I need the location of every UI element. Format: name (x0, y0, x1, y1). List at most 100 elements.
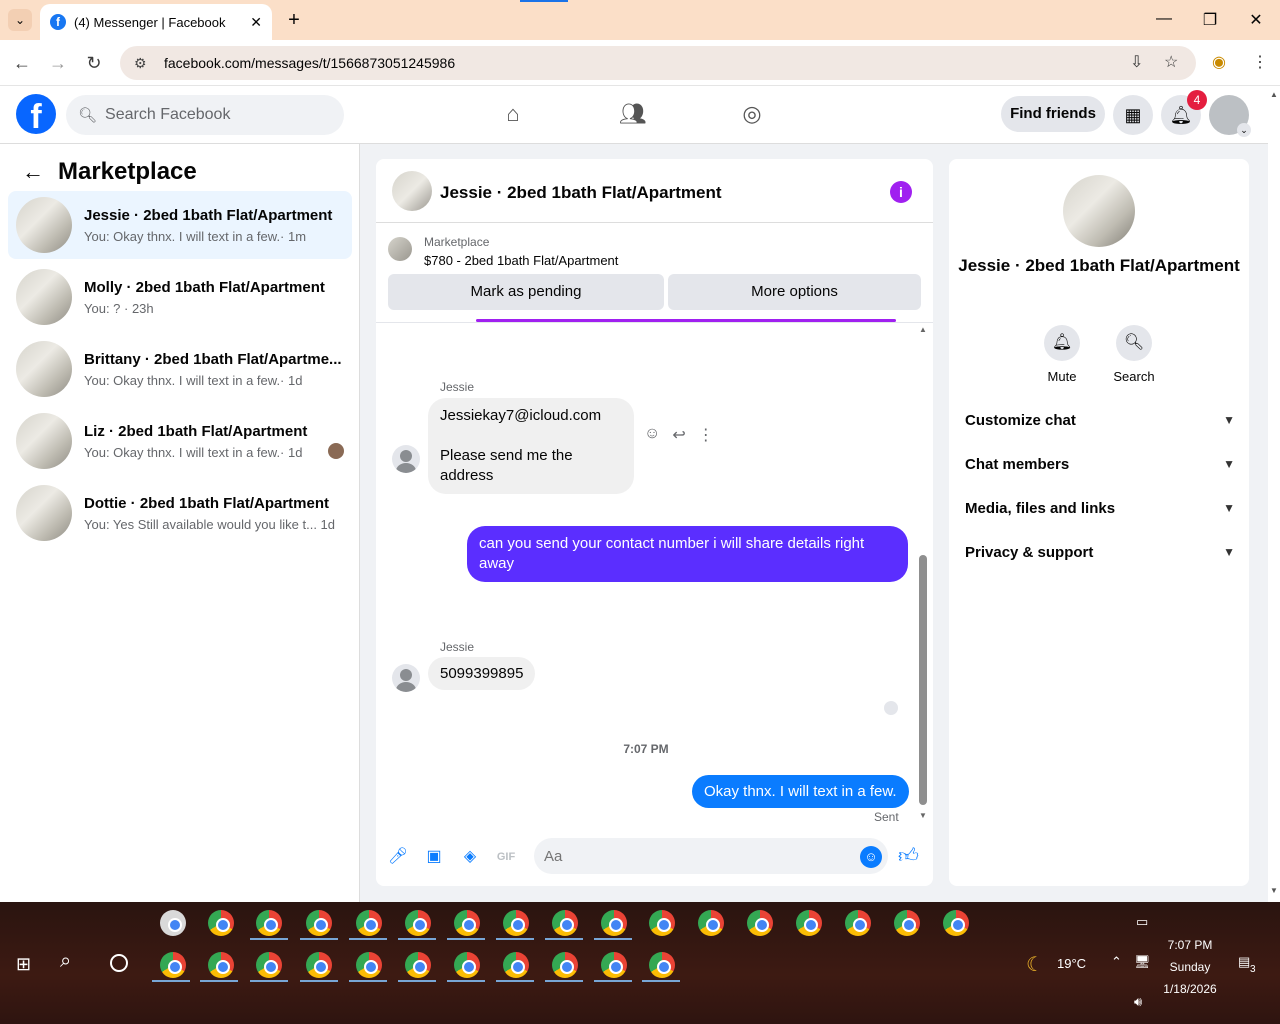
conversation-item[interactable]: Liz · 2bed 1bath Flat/Apartment You: Oka… (8, 407, 352, 475)
scroll-up-icon[interactable]: ▲ (1270, 90, 1278, 99)
chrome-profile-icon[interactable] (796, 910, 822, 936)
new-tab-button[interactable]: + (282, 8, 306, 32)
chrome-profile-icon[interactable] (649, 910, 675, 936)
like-icon[interactable]: 👍︎ (898, 844, 919, 868)
incoming-message[interactable]: Jessiekay7@icloud.com Please send me the… (428, 398, 634, 494)
outgoing-message[interactable]: Okay thnx. I will text in a few. (692, 775, 909, 808)
search-conversation-button[interactable]: 🔍︎ Search (1104, 325, 1164, 384)
info-icon[interactable]: i (890, 181, 912, 203)
restore-button[interactable]: ❐ (1198, 10, 1222, 30)
taskbar-clock[interactable]: 7:07 PM Sunday 1/18/2026 (1150, 934, 1230, 1000)
forward-button[interactable]: → (46, 51, 70, 75)
message-input[interactable] (534, 838, 888, 874)
chrome-profile-icon[interactable] (503, 952, 529, 978)
outgoing-message[interactable]: can you send your contact number i will … (467, 526, 908, 582)
back-button[interactable]: ← (10, 51, 34, 75)
weather-temperature[interactable]: 19°C (1057, 956, 1086, 971)
chrome-profile-icon[interactable] (552, 952, 578, 978)
weather-moon-icon[interactable]: ☾ (1026, 952, 1044, 977)
customize-chat-section[interactable]: Customize chat ▼ (965, 402, 1235, 438)
chrome-profile-icon[interactable] (454, 952, 480, 978)
meet-now-icon[interactable]: ▭ (1136, 914, 1148, 930)
profile-icon[interactable]: ◉ (1212, 52, 1226, 72)
chrome-profile-icon[interactable] (894, 910, 920, 936)
more-icon[interactable]: ⋮ (698, 425, 714, 445)
privacy-support-section[interactable]: Privacy & support ▼ (965, 534, 1235, 570)
mute-button[interactable]: 🔔︎ Mute (1032, 325, 1092, 384)
conversation-item[interactable]: Jessie · 2bed 1bath Flat/Apartment You: … (8, 191, 352, 259)
windows-start-icon[interactable]: ⊞ (16, 954, 31, 975)
scroll-down-icon[interactable]: ▼ (919, 811, 927, 820)
close-tab-icon[interactable]: ✕ (250, 14, 262, 31)
reload-button[interactable]: ↻ (82, 51, 106, 75)
microphone-icon[interactable]: 🎤︎ (387, 846, 409, 868)
chrome-profile-icon[interactable] (405, 952, 431, 978)
incoming-message[interactable]: 5099399895 (428, 657, 536, 690)
site-info-icon[interactable]: ⚙ (134, 55, 150, 72)
chrome-profile-icon[interactable] (845, 910, 871, 936)
chat-avatar[interactable] (392, 171, 432, 211)
chrome-icon[interactable] (208, 910, 234, 936)
sender-avatar[interactable] (392, 445, 420, 473)
more-options-button[interactable]: More options (668, 274, 921, 310)
chrome-profile-icon[interactable] (256, 910, 282, 936)
facebook-logo[interactable]: f (16, 94, 56, 134)
tab-search-button[interactable]: ⌄ (8, 9, 32, 31)
chrome-profile-icon[interactable] (256, 952, 282, 978)
scroll-thumb[interactable] (919, 555, 927, 805)
volume-icon[interactable]: 🔊︎ (1134, 994, 1142, 1010)
chrome-profile-icon[interactable] (306, 910, 332, 936)
chrome-profile-icon[interactable] (601, 910, 627, 936)
photo-icon[interactable]: ▣ (423, 846, 445, 868)
chrome-profile-icon[interactable] (306, 952, 332, 978)
bookmark-star-icon[interactable]: ☆ (1164, 52, 1178, 72)
url-bar[interactable]: ⚙ facebook.com/messages/t/15668730512459… (120, 46, 1196, 80)
sticker-icon[interactable]: ◈ (459, 846, 481, 868)
home-icon[interactable]: ⌂ (499, 101, 527, 129)
chrome-profile-icon[interactable] (356, 910, 382, 936)
reply-icon[interactable]: ↩ (672, 425, 685, 445)
chat-members-section[interactable]: Chat members ▼ (965, 446, 1235, 482)
chrome-profile-icon[interactable] (503, 910, 529, 936)
close-window-button[interactable]: ✕ (1244, 10, 1268, 30)
chrome-profile-icon[interactable] (649, 952, 675, 978)
chrome-profile-icon[interactable] (601, 952, 627, 978)
conversation-item[interactable]: Dottie · 2bed 1bath Flat/Apartment You: … (8, 479, 352, 547)
conversation-item[interactable]: Molly · 2bed 1bath Flat/Apartment You: ?… (8, 263, 352, 331)
browser-tab[interactable]: f (4) Messenger | Facebook ✕ (40, 4, 272, 40)
network-icon[interactable]: 🖥︎ (1134, 954, 1151, 970)
conversation-item[interactable]: Brittany · 2bed 1bath Flat/Apartme... Yo… (8, 335, 352, 403)
action-center-icon[interactable]: ▤ (1238, 954, 1250, 970)
media-files-links-section[interactable]: Media, files and links ▼ (965, 490, 1235, 526)
chrome-profile-icon[interactable] (160, 952, 186, 978)
chrome-profile-icon[interactable] (943, 910, 969, 936)
gif-icon[interactable]: GIF (495, 846, 517, 868)
find-friends-button[interactable]: Find friends (1001, 96, 1105, 132)
friends-icon[interactable]: 👥︎ (619, 101, 647, 129)
cortana-icon[interactable] (110, 954, 128, 972)
emoji-icon[interactable]: ☺ (860, 846, 882, 868)
install-app-icon[interactable]: ⇩ (1130, 52, 1143, 72)
minimize-button[interactable]: — (1152, 10, 1176, 28)
chrome-profile-icon[interactable] (405, 910, 431, 936)
chat-title[interactable]: Jessie · 2bed 1bath Flat/Apartment (440, 183, 722, 203)
sender-avatar[interactable] (392, 664, 420, 692)
taskbar-search-icon[interactable]: ⌕ (60, 950, 71, 973)
mark-as-pending-button[interactable]: Mark as pending (388, 274, 664, 310)
scroll-down-icon[interactable]: ▼ (1270, 886, 1278, 895)
chevron-up-icon[interactable]: ⌃ (1111, 954, 1122, 970)
page-scrollbar[interactable]: ▲ ▼ (1268, 86, 1280, 902)
pinned-app-icon[interactable] (160, 910, 186, 936)
scroll-up-icon[interactable]: ▲ (919, 325, 927, 334)
back-arrow-icon[interactable]: ← (22, 159, 44, 185)
browser-menu-icon[interactable]: ⋮ (1252, 52, 1268, 72)
facebook-search-input[interactable]: 🔍︎ Search Facebook (66, 95, 344, 135)
chat-scrollbar[interactable]: ▲ ▼ (917, 325, 929, 823)
chrome-profile-icon[interactable] (208, 952, 234, 978)
chrome-profile-icon[interactable] (454, 910, 480, 936)
account-avatar[interactable]: ⌄ (1209, 95, 1251, 137)
menu-grid-icon[interactable]: ▦ (1113, 95, 1153, 135)
react-emoji-icon[interactable]: ☺ (644, 425, 660, 445)
chrome-profile-icon[interactable] (747, 910, 773, 936)
chrome-profile-icon[interactable] (356, 952, 382, 978)
